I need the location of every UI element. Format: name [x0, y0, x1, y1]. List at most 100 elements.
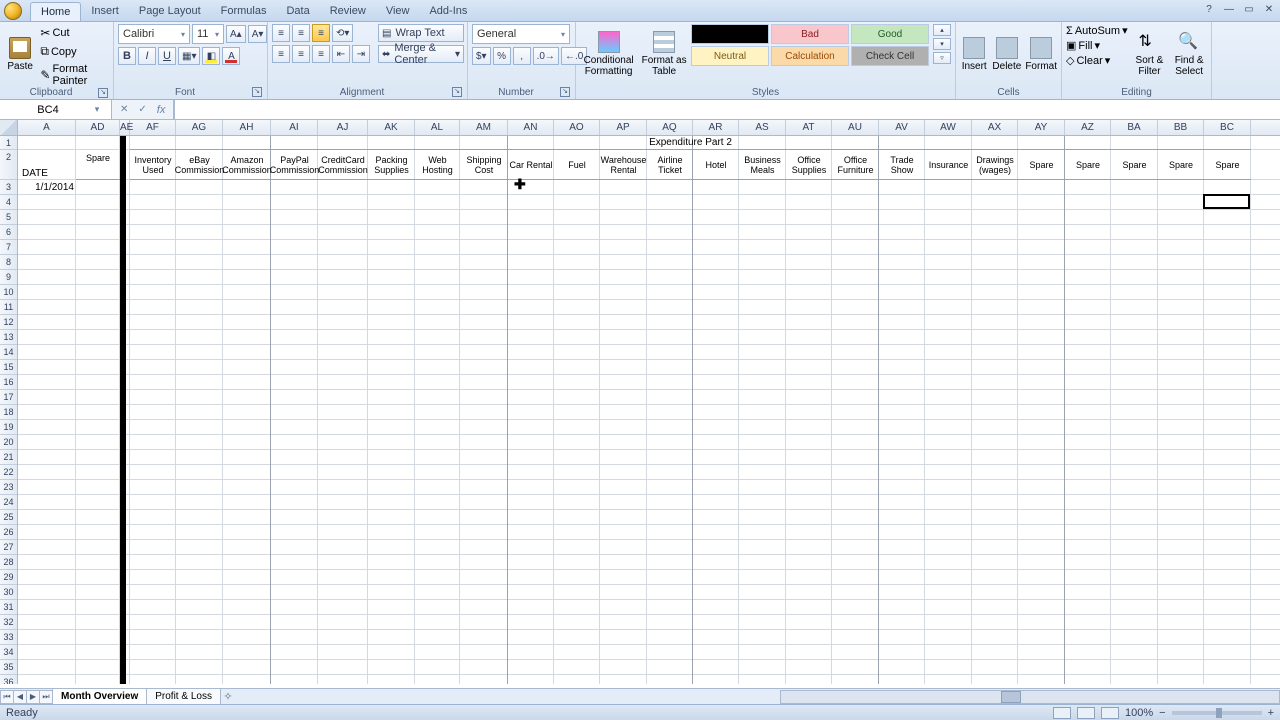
format-as-table-button[interactable]: Format as Table	[641, 24, 687, 84]
row-header[interactable]: 14	[0, 345, 17, 360]
font-size-select[interactable]: 11▾	[192, 24, 224, 44]
row-header[interactable]: 22	[0, 465, 17, 480]
help-icon[interactable]: ?	[1202, 2, 1216, 16]
orientation-button[interactable]: ⟲▾	[332, 24, 353, 42]
tab-data[interactable]: Data	[276, 2, 319, 21]
row-header[interactable]: 34	[0, 645, 17, 660]
column-header[interactable]: AH	[223, 120, 271, 135]
tab-insert[interactable]: Insert	[81, 2, 129, 21]
column-header[interactable]: AF	[130, 120, 176, 135]
row-header[interactable]: 6	[0, 225, 17, 240]
new-sheet-icon[interactable]: ✧	[220, 690, 236, 703]
row-header[interactable]: 12	[0, 315, 17, 330]
underline-button[interactable]: U	[158, 47, 176, 65]
row-header[interactable]: 28	[0, 555, 17, 570]
percent-button[interactable]: %	[493, 47, 511, 65]
column-header[interactable]: AY	[1018, 120, 1065, 135]
align-center-button[interactable]: ≡	[292, 45, 310, 63]
gallery-more-icon[interactable]: ▿	[933, 52, 951, 64]
row-header[interactable]: 16	[0, 375, 17, 390]
column-header[interactable]: AU	[832, 120, 879, 135]
fill-color-button[interactable]: ◧	[202, 47, 220, 65]
row-header[interactable]: 7	[0, 240, 17, 255]
column-header[interactable]: BC	[1204, 120, 1251, 135]
column-header[interactable]: AO	[554, 120, 600, 135]
date-cell[interactable]: 1/1/2014	[18, 180, 76, 195]
row-header[interactable]: 9	[0, 270, 17, 285]
row-header[interactable]: 17	[0, 390, 17, 405]
format-cells-button[interactable]: Format	[1025, 24, 1057, 84]
row-header[interactable]: 31	[0, 600, 17, 615]
tab-page-layout[interactable]: Page Layout	[129, 2, 211, 21]
italic-button[interactable]: I	[138, 47, 156, 65]
row-header[interactable]: 10	[0, 285, 17, 300]
row-header[interactable]: 23	[0, 480, 17, 495]
restore-icon[interactable]: ▭	[1242, 2, 1256, 16]
column-header[interactable]: AL	[415, 120, 460, 135]
font-color-button[interactable]: A	[222, 47, 240, 65]
name-box[interactable]: ▾	[0, 100, 112, 119]
row-header[interactable]: 19	[0, 420, 17, 435]
align-left-button[interactable]: ≡	[272, 45, 290, 63]
cell-style-swatch[interactable]	[691, 24, 769, 44]
gallery-up-icon[interactable]: ▴	[933, 24, 951, 36]
last-sheet-icon[interactable]: ⏭	[39, 690, 53, 704]
column-header[interactable]: AM	[460, 120, 508, 135]
cancel-icon[interactable]: ✕	[120, 104, 128, 115]
conditional-formatting-button[interactable]: Conditional Formatting	[580, 24, 637, 84]
name-box-input[interactable]	[0, 104, 90, 116]
worksheet-grid[interactable]: 1234567891011121314151617181920212223242…	[0, 136, 1280, 684]
tab-add-ins[interactable]: Add-Ins	[419, 2, 477, 21]
dialog-launcher-icon[interactable]: ↘	[98, 88, 108, 98]
sheet-tab[interactable]: Month Overview	[52, 689, 147, 705]
dec-indent-button[interactable]: ⇤	[332, 45, 350, 63]
cell-style-swatch[interactable]: Neutral	[691, 46, 769, 66]
column-header[interactable]: AG	[176, 120, 223, 135]
cut-button[interactable]: Cut	[40, 26, 109, 40]
dialog-launcher-icon[interactable]: ↘	[252, 87, 262, 97]
find-select-button[interactable]: 🔍Find & Select	[1171, 24, 1207, 84]
column-header[interactable]: AT	[786, 120, 832, 135]
insert-cells-button[interactable]: Insert	[960, 24, 988, 84]
row-header[interactable]: 30	[0, 585, 17, 600]
column-header[interactable]: AQ	[647, 120, 693, 135]
cell-style-swatch[interactable]: Check Cell	[851, 46, 929, 66]
minimize-icon[interactable]: —	[1222, 2, 1236, 16]
merge-center-button[interactable]: ⬌ Merge & Center ▾	[378, 45, 464, 63]
row-header[interactable]: 3	[0, 180, 17, 195]
column-header[interactable]: BB	[1158, 120, 1204, 135]
column-header[interactable]: AE	[120, 120, 130, 135]
office-orb[interactable]	[4, 2, 22, 20]
column-header[interactable]: AZ	[1065, 120, 1111, 135]
prev-sheet-icon[interactable]: ◀	[13, 690, 27, 704]
accounting-button[interactable]: $▾	[472, 47, 491, 65]
inc-decimal-button[interactable]: .0→	[533, 47, 559, 65]
dialog-launcher-icon[interactable]: ↘	[452, 87, 462, 97]
column-header[interactable]: AI	[271, 120, 318, 135]
row-header[interactable]: 2	[0, 150, 17, 180]
column-header[interactable]: AD	[76, 120, 120, 135]
align-bottom-button[interactable]: ≡	[312, 24, 330, 42]
formula-input[interactable]	[174, 100, 1280, 119]
row-header[interactable]: 20	[0, 435, 17, 450]
tab-review[interactable]: Review	[320, 2, 376, 21]
cell-styles-gallery[interactable]: BadGoodNeutralCalculationCheck Cell	[691, 24, 929, 66]
row-header[interactable]: 26	[0, 525, 17, 540]
number-format-select[interactable]: General▾	[472, 24, 570, 44]
row-header[interactable]: 11	[0, 300, 17, 315]
grow-font-button[interactable]: A▴	[226, 25, 246, 43]
column-header[interactable]: AK	[368, 120, 415, 135]
row-header[interactable]: 25	[0, 510, 17, 525]
next-sheet-icon[interactable]: ▶	[26, 690, 40, 704]
autosum-button[interactable]: Σ AutoSum ▾	[1066, 24, 1128, 37]
row-header[interactable]: 8	[0, 255, 17, 270]
row-header[interactable]: 15	[0, 360, 17, 375]
normal-view-button[interactable]	[1053, 707, 1071, 719]
column-header[interactable]: AP	[600, 120, 647, 135]
row-header[interactable]: 18	[0, 405, 17, 420]
column-header[interactable]: AS	[739, 120, 786, 135]
row-header[interactable]: 29	[0, 570, 17, 585]
column-header[interactable]: AR	[693, 120, 739, 135]
bold-button[interactable]: B	[118, 47, 136, 65]
page-layout-view-button[interactable]	[1077, 707, 1095, 719]
